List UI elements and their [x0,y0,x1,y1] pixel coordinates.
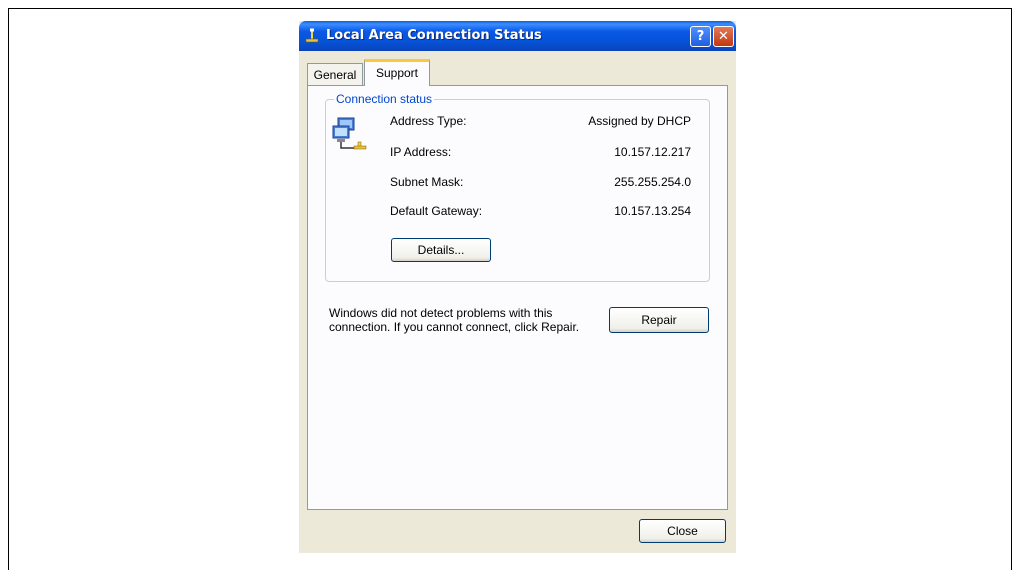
tab-general[interactable]: General [307,63,363,85]
address-type-label: Address Type: [390,114,467,128]
connection-status-dialog: Local Area Connection Status ? ✕ General… [299,21,736,553]
network-connection-icon [305,28,319,43]
help-button[interactable]: ? [690,26,711,47]
subnet-mask-label: Subnet Mask: [390,175,464,189]
ip-address-value: 10.157.12.217 [614,145,691,159]
tab-support[interactable]: Support [364,59,430,86]
close-window-button[interactable]: ✕ [713,26,734,47]
title-bar[interactable]: Local Area Connection Status ? ✕ [299,21,736,51]
subnet-mask-value: 255.255.254.0 [614,175,691,189]
network-computers-icon [332,117,367,150]
close-button[interactable]: Close [639,519,726,543]
details-button[interactable]: Details... [391,238,491,262]
window-title: Local Area Connection Status [326,28,542,43]
default-gateway-label: Default Gateway: [390,204,483,218]
help-icon: ? [696,29,705,44]
repair-message: Windows did not detect problems with thi… [329,306,580,334]
ip-address-label: IP Address: [390,145,452,159]
repair-button[interactable]: Repair [609,307,709,333]
connection-status-group: Connection status Address Type: Assigned… [325,92,710,282]
group-legend: Connection status [334,92,435,106]
close-icon: ✕ [718,29,729,44]
support-tab-panel: Connection status Address Type: Assigned… [307,85,728,510]
default-gateway-value: 10.157.13.254 [614,204,691,218]
address-type-value: Assigned by DHCP [588,114,691,128]
